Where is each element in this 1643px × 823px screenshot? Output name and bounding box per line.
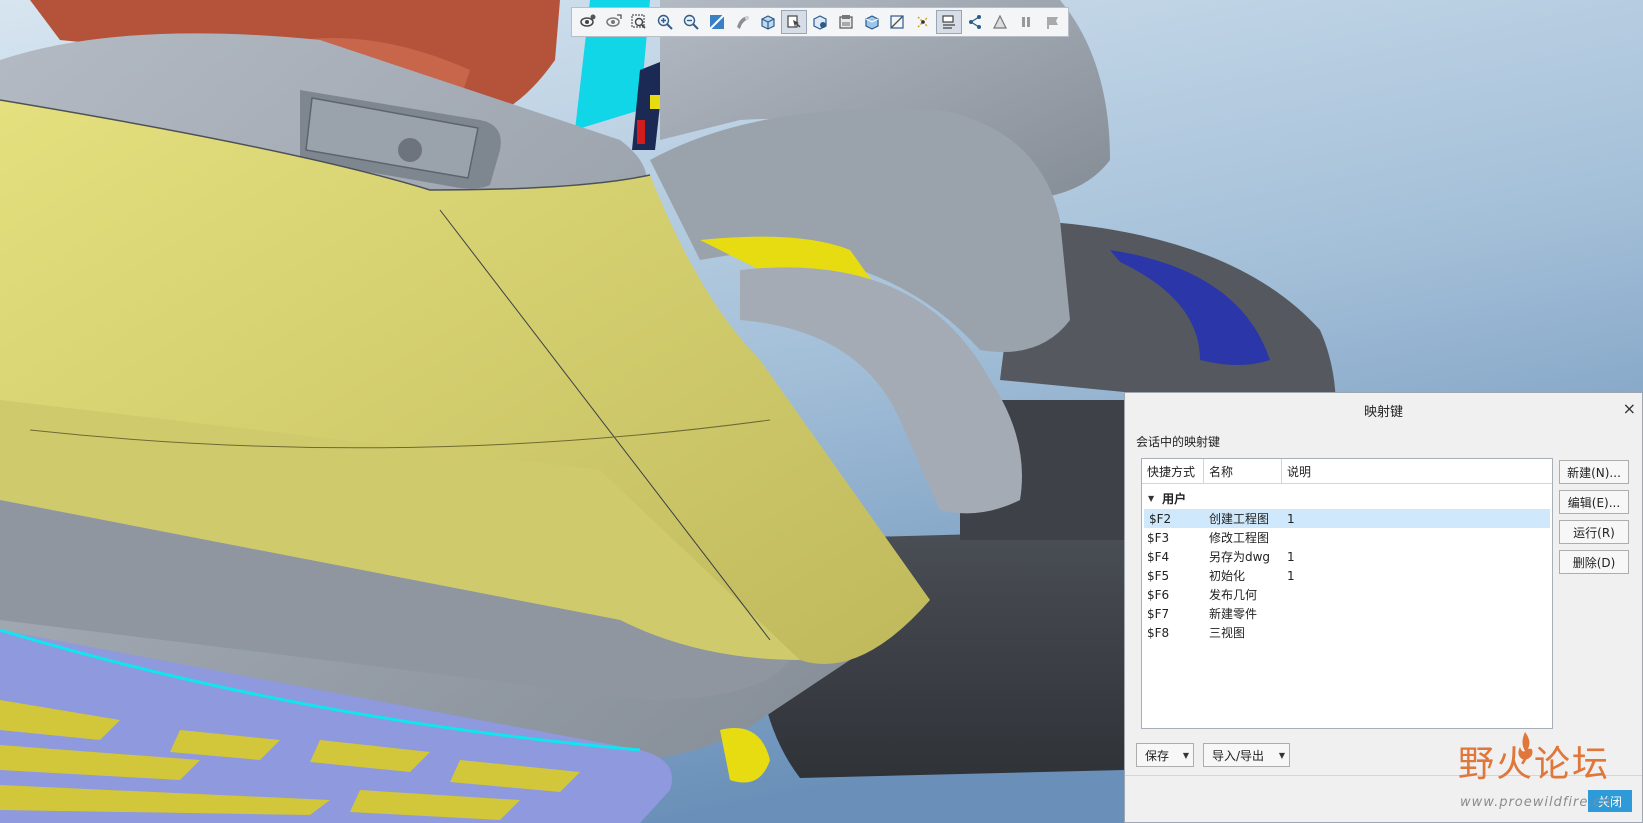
chevron-down-icon: ▼ (1182, 750, 1190, 760)
watermark-url: www.proewildfire.cn (1460, 795, 1611, 810)
table-row[interactable]: $F4 另存为dwg 1 (1142, 547, 1552, 566)
perspective-icon[interactable] (859, 10, 885, 34)
edit-button[interactable]: 编辑(E)... (1559, 490, 1629, 514)
row-name: 发布几何 (1209, 588, 1258, 602)
flag-icon[interactable] (1039, 10, 1065, 34)
repaint-icon[interactable] (704, 10, 730, 34)
dialog-title: 映射键 (1363, 404, 1403, 420)
row-name: 另存为dwg (1209, 550, 1271, 564)
spin-center-icon[interactable] (962, 10, 988, 34)
import-export-dropdown-button[interactable]: 导入/导出 ▼ (1203, 743, 1290, 767)
close-icon[interactable]: × (1623, 401, 1636, 417)
watermark: 野火论坛 www.proewildfire.cn (1452, 732, 1627, 813)
chevron-down-icon: ▼ (1278, 750, 1286, 760)
row-shortcut: $F5 (1147, 568, 1170, 583)
table-header: 快捷方式 名称 说明 (1142, 459, 1552, 484)
row-shortcut: $F7 (1147, 606, 1170, 621)
simplified-rep-icon[interactable] (988, 10, 1014, 34)
mapkeys-table: 快捷方式 名称 说明 ▼ 用户 $F2 创建工程图 1 $F3 修改工程图 $F… (1141, 458, 1553, 729)
view-manager-icon[interactable] (833, 10, 859, 34)
save-label: 保存 (1145, 748, 1170, 763)
group-row-user[interactable]: ▼ 用户 (1142, 487, 1552, 509)
shading-icon[interactable] (730, 10, 756, 34)
column-header-shortcut[interactable]: 快捷方式 (1142, 459, 1204, 483)
row-description: 1 (1287, 568, 1295, 583)
row-name: 修改工程图 (1209, 531, 1270, 545)
expand-triangle-icon[interactable]: ▼ (1148, 494, 1154, 503)
row-name: 初始化 (1209, 569, 1246, 583)
saved-orientations-icon[interactable] (781, 10, 808, 34)
graphics-toolbar (571, 7, 1069, 37)
delete-button[interactable]: 删除(D) (1559, 550, 1629, 574)
datum-display-icon[interactable] (910, 10, 936, 34)
annotation-display-icon[interactable] (935, 10, 962, 34)
zoom-in-icon[interactable] (652, 10, 678, 34)
row-shortcut: $F2 (1149, 511, 1172, 526)
row-name: 新建零件 (1209, 607, 1258, 621)
view-eye-refit-icon[interactable] (601, 10, 627, 34)
flame-icon (1518, 732, 1533, 760)
table-row[interactable]: $F8 三视图 (1142, 623, 1552, 642)
group-label: 用户 (1162, 491, 1187, 506)
named-views-icon[interactable] (807, 10, 833, 34)
table-row[interactable]: $F6 发布几何 (1142, 585, 1552, 604)
save-dropdown-button[interactable]: 保存 ▼ (1136, 743, 1194, 767)
table-row[interactable]: $F3 修改工程图 (1142, 528, 1552, 547)
row-shortcut: $F3 (1147, 530, 1170, 545)
table-row[interactable]: $F7 新建零件 (1142, 604, 1552, 623)
run-button[interactable]: 运行(R) (1559, 520, 1629, 544)
section-icon[interactable] (884, 10, 910, 34)
view-eye-icon[interactable] (575, 10, 601, 34)
import-export-label: 导入/导出 (1212, 748, 1265, 763)
display-style-icon[interactable] (755, 10, 781, 34)
row-description: 1 (1287, 511, 1295, 526)
row-shortcut: $F8 (1147, 625, 1170, 640)
row-name: 创建工程图 (1209, 512, 1270, 526)
new-button[interactable]: 新建(N)... (1559, 460, 1629, 484)
row-shortcut: $F6 (1147, 587, 1170, 602)
row-description: 1 (1287, 549, 1295, 564)
zoom-out-icon[interactable] (678, 10, 704, 34)
column-header-name[interactable]: 名称 (1204, 459, 1282, 483)
column-header-description[interactable]: 说明 (1282, 459, 1552, 483)
dialog-subtitle: 会话中的映射键 (1136, 435, 1221, 449)
table-row[interactable]: $F5 初始化 1 (1142, 566, 1552, 585)
row-shortcut: $F4 (1147, 549, 1170, 564)
row-name: 三视图 (1209, 626, 1246, 640)
pause-icon[interactable] (1013, 10, 1039, 34)
zoom-window-icon[interactable] (627, 10, 653, 34)
table-row[interactable]: $F2 创建工程图 1 (1144, 509, 1550, 528)
